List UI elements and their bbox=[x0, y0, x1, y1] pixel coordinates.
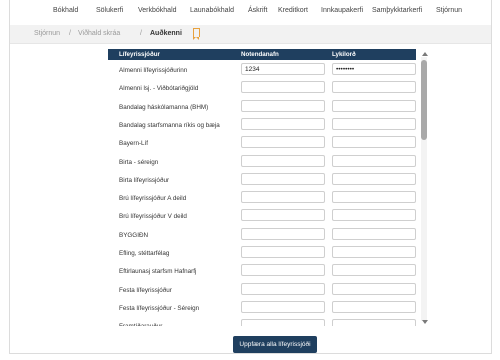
password-input[interactable] bbox=[332, 227, 416, 240]
bookmark-icon[interactable] bbox=[193, 28, 200, 40]
table-row: Framtíðarauður bbox=[108, 317, 416, 326]
fund-name: Efling, stéttarfélag bbox=[119, 250, 170, 257]
nav-item-verkbokhald[interactable]: Verkbókhald bbox=[138, 7, 177, 14]
password-input[interactable] bbox=[332, 264, 416, 277]
table-row: Festa lífeyrissjóður bbox=[108, 281, 416, 299]
update-all-button[interactable]: Uppfæra alla lífeyrissjóði bbox=[233, 336, 317, 353]
breadcrumb: Stjórnun / Viðhald skráa / Auðkenni bbox=[10, 25, 491, 44]
password-input[interactable] bbox=[332, 319, 416, 326]
username-input[interactable] bbox=[241, 117, 325, 130]
password-input[interactable] bbox=[332, 154, 416, 167]
table-row: Almenni lífeyrissjóðurinn bbox=[108, 61, 416, 79]
breadcrumb-separator: / bbox=[69, 30, 71, 37]
table-row: Bandalag háskólamanna (BHM) bbox=[108, 98, 416, 116]
table-row: Birta - séreign bbox=[108, 153, 416, 171]
fund-name: Festa lífeyrissjóður - Séreign bbox=[119, 304, 200, 312]
scrollbar[interactable] bbox=[421, 57, 427, 321]
fund-name: Festa lífeyrissjóður bbox=[119, 286, 172, 294]
fund-name: Brú lífeyrissjóður V deild bbox=[119, 213, 187, 221]
fund-name: Bayern-Líf bbox=[119, 140, 149, 148]
nav-item-solukerfi[interactable]: Sölukerfi bbox=[96, 7, 123, 14]
username-input[interactable] bbox=[241, 300, 325, 313]
password-input[interactable] bbox=[332, 63, 416, 75]
username-input[interactable] bbox=[241, 99, 325, 112]
fund-name: Bandalag háskólamanna (BHM) bbox=[119, 103, 209, 111]
username-input[interactable] bbox=[241, 319, 325, 326]
column-header-password: Lykilorð bbox=[332, 51, 356, 58]
nav-item-bokhald[interactable]: Bókhald bbox=[53, 7, 78, 14]
fund-name: Birta - séreign bbox=[119, 158, 159, 166]
table-header: Lífeyrissjóður Notendanafn Lykilorð bbox=[108, 49, 416, 60]
table-row: BYGGIÐN bbox=[108, 226, 416, 244]
arrow-up-icon[interactable] bbox=[422, 52, 428, 56]
username-input[interactable] bbox=[241, 264, 325, 277]
breadcrumb-separator: / bbox=[140, 30, 142, 37]
username-input[interactable] bbox=[241, 191, 325, 204]
fund-name: Almenni lífeyrissjóðurinn bbox=[119, 67, 188, 74]
breadcrumb-stjornun[interactable]: Stjórnun bbox=[34, 30, 60, 37]
fund-name: BYGGIÐN bbox=[119, 231, 149, 239]
table-row: Brú lífeyrissjóður A deild bbox=[108, 189, 416, 207]
table-row: Bandalag starfsmanna ríkis og bæja bbox=[108, 116, 416, 134]
nav-item-innkaupakerfi[interactable]: Innkaupakerfi bbox=[321, 7, 363, 14]
table-row: Efling, stéttarfélag bbox=[108, 244, 416, 262]
username-input[interactable] bbox=[241, 172, 325, 185]
username-input[interactable] bbox=[241, 209, 325, 222]
table-row: Eftirlaunasj starfsm Hafnarfj bbox=[108, 262, 416, 280]
password-input[interactable] bbox=[332, 81, 416, 94]
password-input[interactable] bbox=[332, 172, 416, 185]
username-input[interactable] bbox=[241, 246, 325, 258]
fund-name: Almenni lsj. - Viðbótariðgjöld bbox=[119, 85, 199, 93]
password-input[interactable] bbox=[332, 99, 416, 112]
nav-item-kreditkort[interactable]: Kreditkort bbox=[278, 7, 308, 14]
username-input[interactable] bbox=[241, 227, 325, 240]
username-input[interactable] bbox=[241, 154, 325, 167]
fund-name: Framtíðarauður bbox=[119, 323, 162, 326]
nav-item-launabokhald[interactable]: Launabókhald bbox=[190, 7, 234, 14]
password-input[interactable] bbox=[332, 136, 416, 149]
password-input[interactable] bbox=[332, 300, 416, 313]
column-header-username: Notendanafn bbox=[241, 51, 279, 58]
top-navigation: Bókhald Sölukerfi Verkbókhald Launabókha… bbox=[10, 0, 491, 26]
fund-name: Eftirlaunasj starfsm Hafnarfj bbox=[119, 268, 197, 276]
username-input[interactable] bbox=[241, 282, 325, 295]
table-row: Almenni lsj. - Viðbótariðgjöld bbox=[108, 79, 416, 97]
password-input[interactable] bbox=[332, 209, 416, 222]
username-input[interactable] bbox=[241, 136, 325, 149]
fund-name: Birta lífeyrissjóður bbox=[119, 176, 170, 184]
fund-name: Brú lífeyrissjóður A deild bbox=[119, 195, 187, 203]
table-row: Brú lífeyrissjóður V deild bbox=[108, 207, 416, 225]
username-input[interactable] bbox=[241, 63, 325, 75]
username-input[interactable] bbox=[241, 81, 325, 94]
table-row: Birta lífeyrissjóður bbox=[108, 171, 416, 189]
arrow-down-icon[interactable] bbox=[422, 320, 428, 324]
scrollbar-thumb[interactable] bbox=[421, 60, 427, 140]
password-input[interactable] bbox=[332, 282, 416, 295]
nav-item-askrift[interactable]: Áskrift bbox=[248, 7, 267, 14]
breadcrumb-vidhald-skraa[interactable]: Viðhald skráa bbox=[78, 30, 120, 37]
nav-item-samthykktarkerfi[interactable]: Samþykktarkerfi bbox=[372, 7, 422, 14]
password-input[interactable] bbox=[332, 191, 416, 204]
fund-name: Bandalag starfsmanna ríkis og bæja bbox=[119, 121, 220, 129]
table-row: Festa lífeyrissjóður - Séreign bbox=[108, 299, 416, 317]
column-header-fund: Lífeyrissjóður bbox=[119, 51, 160, 58]
password-input[interactable] bbox=[332, 117, 416, 130]
nav-item-stjornun[interactable]: Stjórnun bbox=[436, 7, 462, 14]
pension-fund-table: Lífeyrissjóður Notendanafn Lykilorð Alme… bbox=[108, 49, 416, 326]
password-input[interactable] bbox=[332, 246, 416, 258]
table-row: Bayern-Líf bbox=[108, 134, 416, 152]
breadcrumb-current: Auðkenni bbox=[150, 30, 182, 37]
